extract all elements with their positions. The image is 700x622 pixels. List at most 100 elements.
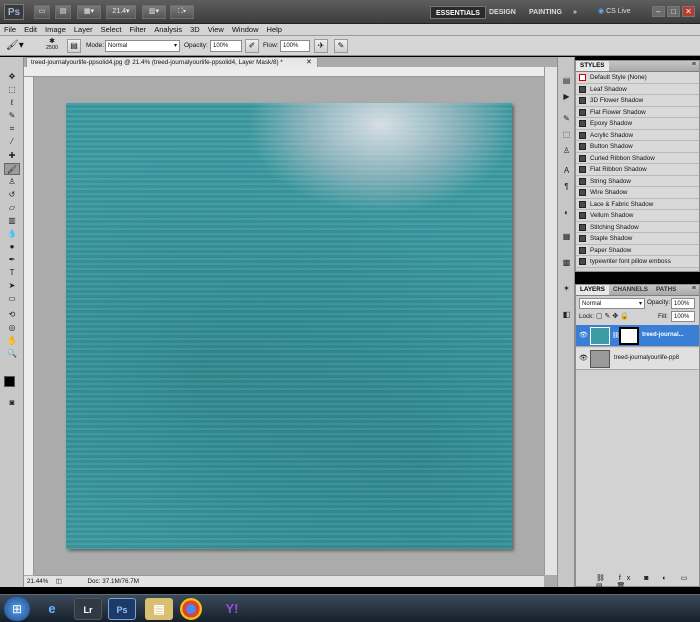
style-item[interactable]: Lace & Fabric Shadow: [576, 198, 699, 210]
menu-analysis[interactable]: Analysis: [150, 24, 186, 35]
style-item[interactable]: Curled Ribbon Shadow: [576, 152, 699, 164]
brush-preset-picker[interactable]: ✱ 2500: [40, 37, 64, 51]
brush-tool-icon[interactable]: 🖌: [4, 163, 20, 175]
extras-menu-button[interactable]: ▦▾: [77, 5, 101, 19]
eyedropper-tool-icon[interactable]: ⁄: [4, 136, 20, 148]
workspace-painting[interactable]: PAINTING: [524, 6, 567, 19]
airbrush-icon[interactable]: ✈: [314, 39, 328, 53]
close-document-icon[interactable]: ✕: [306, 58, 312, 66]
masks-panel-icon[interactable]: ▦: [560, 231, 573, 242]
lasso-tool-icon[interactable]: ℓ: [4, 97, 20, 109]
mode-dropdown[interactable]: Normal ▾: [105, 40, 180, 52]
brush-panel-icon[interactable]: ✎: [560, 113, 573, 124]
hand-tool-icon[interactable]: ✋: [4, 335, 20, 347]
style-item[interactable]: Wire Shadow: [576, 187, 699, 199]
zoom-status[interactable]: 21.44%: [24, 576, 54, 587]
menu-3d[interactable]: 3D: [186, 24, 204, 35]
swatches-panel-icon[interactable]: ▩: [560, 257, 573, 268]
zoom-tool-icon[interactable]: 🔍: [4, 348, 20, 360]
info-panel-icon[interactable]: ◧: [560, 309, 573, 320]
brush-tool-icon[interactable]: 🖌▾: [6, 40, 24, 51]
minimize-button[interactable]: –: [652, 6, 665, 17]
menu-layer[interactable]: Layer: [70, 24, 97, 35]
screen-mode-button[interactable]: ⛶▾: [170, 5, 194, 19]
move-tool-icon[interactable]: ✥: [4, 71, 20, 83]
cs-live-button[interactable]: ◉ CS Live: [598, 7, 631, 15]
layer-name[interactable]: treed-journal...: [642, 332, 684, 338]
paragraph-panel-icon[interactable]: ¶: [560, 181, 573, 192]
style-item[interactable]: Stitching Shadow: [576, 221, 699, 233]
style-item[interactable]: Leaf Shadow: [576, 83, 699, 95]
eraser-tool-icon[interactable]: ▱: [4, 202, 20, 214]
type-tool-icon[interactable]: T: [4, 267, 20, 279]
layer-row[interactable]: 👁 treed-journalyourlife-pp8: [576, 348, 699, 370]
file-explorer-icon[interactable]: ▤: [145, 598, 173, 620]
style-item[interactable]: typewriter font pillow emboss: [576, 256, 699, 268]
path-selection-tool-icon[interactable]: ➤: [4, 280, 20, 292]
layers-bottom-bar[interactable]: ⛓ fx ◙ ◐ ▭ ▤ 🗑: [596, 574, 699, 590]
menu-view[interactable]: View: [204, 24, 228, 35]
blend-mode-dropdown[interactable]: Normal ▾: [579, 298, 645, 309]
crop-tool-icon[interactable]: ⌗: [4, 123, 20, 135]
opacity-input[interactable]: 100%: [210, 40, 242, 52]
style-item[interactable]: Flat Ribbon Shadow: [576, 164, 699, 176]
layer-name[interactable]: treed-journalyourlife-pp8: [614, 355, 679, 361]
brush-presets-icon[interactable]: ⬚: [560, 129, 573, 140]
layer-opacity-input[interactable]: 100%: [671, 298, 695, 309]
tablet-pressure-opacity-icon[interactable]: ✐: [245, 39, 259, 53]
dodge-tool-icon[interactable]: ●: [4, 241, 20, 253]
layer-thumbnail[interactable]: [590, 350, 610, 368]
blur-tool-icon[interactable]: 💧: [4, 228, 20, 240]
workspace-essentials[interactable]: ESSENTIALS: [430, 6, 486, 19]
history-brush-tool-icon[interactable]: ↺: [4, 189, 20, 201]
status-menu-icon[interactable]: ◫: [56, 576, 86, 587]
panel-menu-icon[interactable]: ≡: [692, 61, 699, 68]
flow-input[interactable]: 100%: [280, 40, 310, 52]
menu-window[interactable]: Window: [228, 24, 263, 35]
3d-panel-icon[interactable]: ✶: [560, 283, 573, 294]
menu-image[interactable]: Image: [41, 24, 70, 35]
tab-channels[interactable]: CHANNELS: [609, 285, 652, 295]
layer-thumbnail[interactable]: [590, 327, 610, 345]
menu-edit[interactable]: Edit: [20, 24, 41, 35]
style-item[interactable]: Flat Flower Shadow: [576, 106, 699, 118]
close-button[interactable]: ✕: [682, 6, 695, 17]
style-item[interactable]: Button Shadow: [576, 141, 699, 153]
layer-row[interactable]: 👁 ⛓ treed-journal...: [576, 325, 699, 347]
visibility-eye-icon[interactable]: 👁: [579, 354, 588, 362]
style-item[interactable]: String Shadow: [576, 175, 699, 187]
character-panel-icon[interactable]: A: [560, 165, 573, 176]
menu-file[interactable]: File: [0, 24, 20, 35]
menu-select[interactable]: Select: [97, 24, 126, 35]
zoom-level-dropdown[interactable]: 21.4▾: [106, 5, 136, 19]
chrome-icon[interactable]: [180, 598, 202, 620]
spot-healing-tool-icon[interactable]: ✚: [4, 150, 20, 162]
maximize-button[interactable]: □: [667, 6, 680, 17]
yahoo-messenger-icon[interactable]: Y!: [218, 598, 246, 620]
pen-tool-icon[interactable]: ✒: [4, 254, 20, 266]
panel-menu-icon[interactable]: ≡: [692, 285, 699, 292]
style-item[interactable]: Acrylic Shadow: [576, 129, 699, 141]
lightroom-icon[interactable]: Lr: [74, 598, 102, 620]
mini-bridge-button[interactable]: ▤: [55, 5, 71, 19]
document-tab[interactable]: treed-journalyourlife-ppsolid4.jpg @ 21.…: [26, 57, 318, 67]
more-workspaces-button[interactable]: »: [568, 6, 582, 19]
internet-explorer-icon[interactable]: e: [38, 598, 66, 620]
foreground-color-swatch[interactable]: [4, 376, 15, 387]
tab-styles[interactable]: STYLES: [576, 61, 609, 71]
style-item[interactable]: 3D Flower Shadow: [576, 95, 699, 107]
photoshop-taskbar-icon[interactable]: Ps: [108, 598, 136, 620]
visibility-eye-icon[interactable]: 👁: [579, 331, 588, 339]
tab-paths[interactable]: PATHS: [652, 285, 680, 295]
history-panel-icon[interactable]: ▤: [560, 75, 573, 86]
adjustments-panel-icon[interactable]: ◐: [560, 207, 573, 218]
fill-input[interactable]: 100%: [671, 311, 695, 322]
brush-panel-toggle[interactable]: ▤: [67, 39, 81, 53]
vertical-ruler[interactable]: [24, 77, 34, 575]
3d-orbit-tool-icon[interactable]: ◎: [4, 322, 20, 334]
lock-icons[interactable]: ▢ ✎ ✥ 🔒: [596, 312, 629, 320]
bridge-button[interactable]: ▭: [34, 5, 50, 19]
horizontal-ruler[interactable]: [24, 67, 557, 77]
style-item[interactable]: Vellum Shadow: [576, 210, 699, 222]
style-item[interactable]: Staple Shadow: [576, 233, 699, 245]
